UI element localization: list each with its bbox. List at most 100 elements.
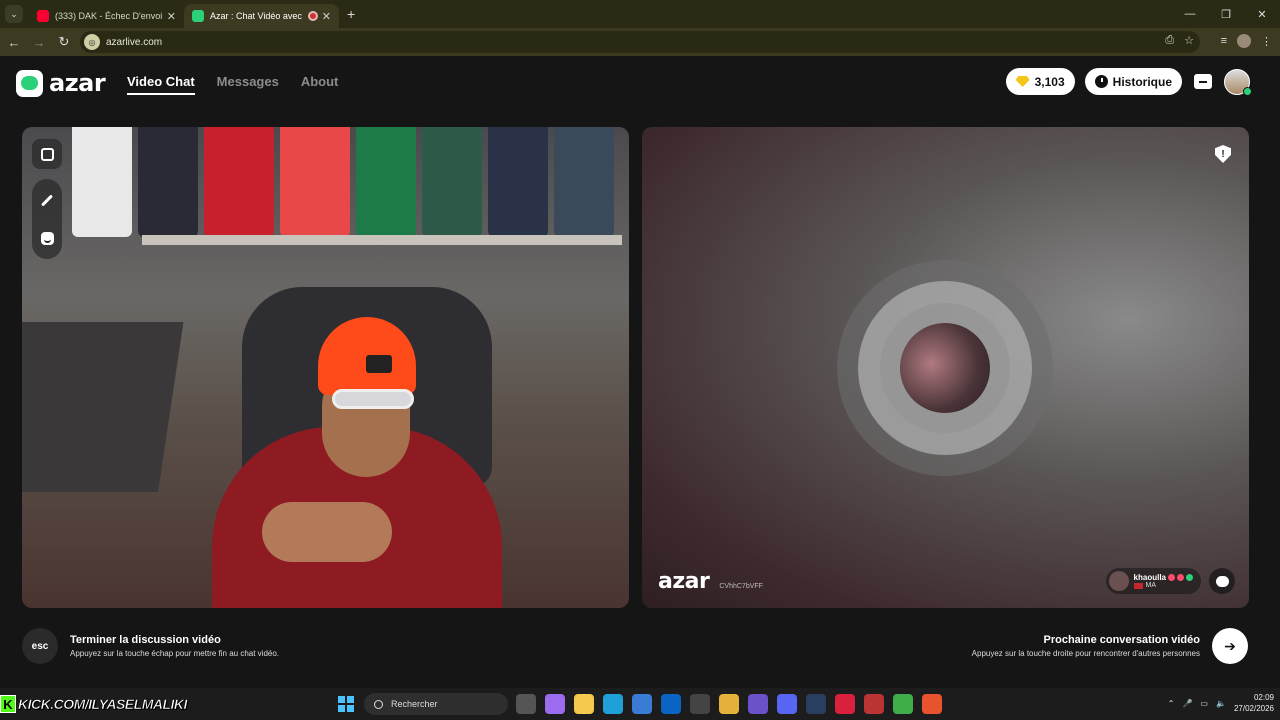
file-explorer-icon[interactable] xyxy=(574,694,594,714)
start-button[interactable] xyxy=(338,696,354,712)
voicemeeter-icon[interactable] xyxy=(864,694,884,714)
beauty-button[interactable] xyxy=(32,185,62,215)
esc-button[interactable]: esc xyxy=(22,628,58,664)
next-call-control: Prochaine conversation vidéo Appuyez sur… xyxy=(972,628,1248,664)
recording-icon xyxy=(307,11,318,21)
partner-badges xyxy=(1168,574,1193,581)
media-controls-icon[interactable]: ≡ xyxy=(1221,35,1227,47)
history-button[interactable]: Historique xyxy=(1084,68,1182,95)
date: 27/02/2026 xyxy=(1233,704,1274,713)
partner-info[interactable]: khaoulla MA xyxy=(1105,568,1201,594)
game-icon[interactable] xyxy=(748,694,768,714)
expand-button[interactable] xyxy=(32,139,62,169)
adobe-icon[interactable] xyxy=(835,694,855,714)
menu-icon[interactable]: ⋮ xyxy=(1261,35,1272,48)
minimize-icon[interactable]: — xyxy=(1172,0,1208,28)
next-call-title: Prochaine conversation vidéo xyxy=(1043,634,1201,646)
pinned-apps xyxy=(516,694,942,714)
install-app-icon[interactable]: ⎙ xyxy=(1165,34,1174,47)
arrow-right-icon: ➔ xyxy=(1224,637,1236,654)
sunglasses xyxy=(332,389,414,409)
mask-button[interactable] xyxy=(32,223,62,253)
close-icon[interactable]: ✕ xyxy=(167,10,176,23)
chat-button[interactable] xyxy=(1209,568,1235,594)
play-icon[interactable] xyxy=(893,694,913,714)
nav-about[interactable]: About xyxy=(301,74,339,95)
history-label: Historique xyxy=(1112,74,1172,89)
next-button[interactable]: ➔ xyxy=(1212,628,1248,664)
browser-toolbar: ← → ↻ ◎ azarlive.com ⎙ ☆ ≡ ⋮ xyxy=(0,28,1280,56)
partner-video-panel: ! azar CVhhC7bVFF khaoulla MA xyxy=(642,127,1249,608)
url-text: azarlive.com xyxy=(106,36,163,48)
expand-icon xyxy=(40,147,54,161)
azar-watermark: azar CVhhC7bVFF xyxy=(658,569,763,594)
edge-icon[interactable] xyxy=(603,694,623,714)
tab-youtube[interactable]: (333) DAK - Échec D'envoi 2.1 (O ✕ xyxy=(29,4,184,28)
volume-icon[interactable]: 🔈 xyxy=(1216,699,1226,708)
inbox-icon xyxy=(1194,74,1212,89)
session-id: CVhhC7bVFF xyxy=(719,583,763,590)
table xyxy=(22,322,184,492)
main-nav: Video Chat Messages About xyxy=(127,74,338,95)
heart-icon xyxy=(1177,574,1184,581)
logo-text: azar xyxy=(49,69,106,97)
gems-count: 3,103 xyxy=(1034,74,1065,89)
partner-name: khaoulla xyxy=(1133,573,1166,582)
site-info-icon[interactable]: ◎ xyxy=(84,34,100,50)
profile-icon[interactable] xyxy=(1237,34,1251,48)
address-bar[interactable]: ◎ azarlive.com ⎙ ☆ xyxy=(80,31,1200,53)
clock[interactable]: 02:09 27/02/2026 xyxy=(1234,692,1274,714)
azar-app: azar Video Chat Messages About 3,103 His… xyxy=(0,56,1280,688)
user-avatar[interactable] xyxy=(1224,68,1252,96)
gem-icon xyxy=(1015,76,1030,87)
face-mask-icon xyxy=(40,231,54,245)
chat-bubble-icon xyxy=(1215,575,1229,587)
nav-messages[interactable]: Messages xyxy=(217,74,279,95)
network-icon[interactable]: ▭ xyxy=(1200,699,1208,708)
nav-video-chat[interactable]: Video Chat xyxy=(127,74,195,95)
bookmark-star-icon[interactable]: ☆ xyxy=(1184,34,1194,47)
discord-icon[interactable] xyxy=(777,694,797,714)
verified-icon xyxy=(1186,574,1193,581)
azar-logo[interactable]: azar xyxy=(16,69,106,97)
outlook-icon[interactable] xyxy=(661,694,681,714)
effects-group xyxy=(32,179,62,259)
shelf xyxy=(142,235,622,245)
new-tab-button[interactable]: + xyxy=(347,6,355,22)
inbox-button[interactable] xyxy=(1192,71,1214,93)
close-window-icon[interactable]: ✕ xyxy=(1244,0,1280,28)
kick-banner-text: KICK.COM/ILYASELMALIKI xyxy=(18,696,188,713)
tab-azar[interactable]: Azar : Chat Vidéo avec de n ✕ xyxy=(184,4,339,28)
brave-icon[interactable] xyxy=(922,694,942,714)
jerseys-backdrop xyxy=(72,127,629,237)
close-icon[interactable]: ✕ xyxy=(322,10,331,23)
store-icon[interactable] xyxy=(632,694,652,714)
forward-icon[interactable]: → xyxy=(28,31,50,53)
taskbar-search[interactable]: Rechercher xyxy=(364,693,508,715)
microphone-icon[interactable]: 🎤 xyxy=(1182,699,1192,708)
copilot-icon[interactable] xyxy=(545,694,565,714)
shield-alert-icon: ! xyxy=(1221,148,1225,160)
reload-icon[interactable]: ↻ xyxy=(53,31,75,53)
kick-logo-icon: K xyxy=(0,695,16,713)
restore-icon[interactable]: ❐ xyxy=(1208,0,1244,28)
app-icon[interactable] xyxy=(690,694,710,714)
back-icon[interactable]: ← xyxy=(3,31,25,53)
search-icon xyxy=(374,699,383,709)
tab-search-button[interactable]: ⌄ xyxy=(5,5,23,23)
camera-tools xyxy=(32,139,62,259)
chrome-icon[interactable] xyxy=(719,694,739,714)
tab-title: (333) DAK - Échec D'envoi 2.1 (O xyxy=(55,11,163,21)
partner-country: MA xyxy=(1145,582,1157,589)
steam-icon[interactable] xyxy=(806,694,826,714)
time: 02:09 xyxy=(1253,693,1274,702)
magic-wand-icon xyxy=(40,193,54,207)
task-view-icon[interactable] xyxy=(516,694,536,714)
search-placeholder: Rechercher xyxy=(391,699,438,709)
report-button[interactable]: ! xyxy=(1215,145,1231,163)
system-tray: ⌃ 🎤 ▭ 🔈 02:09 27/02/2026 xyxy=(1168,692,1274,714)
chevron-up-icon[interactable]: ⌃ xyxy=(1168,699,1175,708)
online-badge xyxy=(1243,86,1252,96)
kick-banner: K KICK.COM/ILYASELMALIKI xyxy=(0,694,188,714)
gems-button[interactable]: 3,103 xyxy=(1005,68,1075,95)
